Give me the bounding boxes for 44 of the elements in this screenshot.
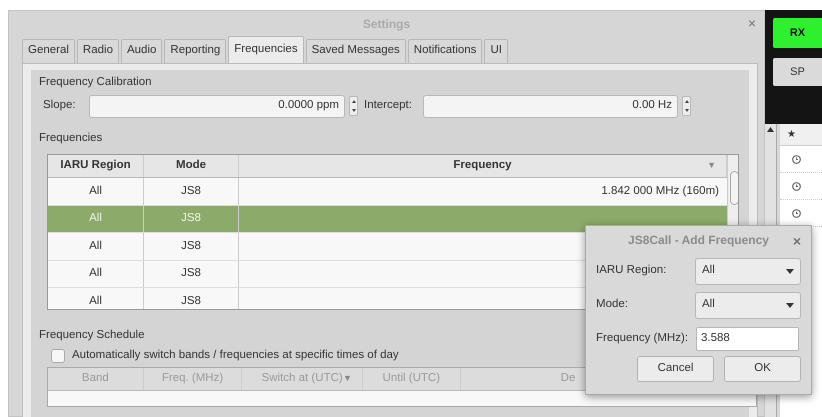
field-label: Slope: bbox=[43, 98, 77, 114]
slope-field[interactable]: 0.0000 ppm bbox=[89, 94, 345, 118]
dropdown-value: All bbox=[702, 297, 715, 312]
column-header[interactable]: Mode bbox=[176, 157, 206, 175]
field-label: Intercept: bbox=[364, 98, 413, 114]
table-cell-text: JS8 bbox=[181, 238, 201, 254]
tab[interactable]: Reporting bbox=[164, 39, 226, 63]
input-field[interactable]: 3.588 bbox=[696, 327, 799, 351]
table-cell-text: All bbox=[89, 266, 102, 282]
dropdown[interactable]: All bbox=[694, 292, 801, 318]
table-cell-text: JS8 bbox=[181, 184, 201, 199]
dropdown-value: All bbox=[702, 263, 715, 278]
column-header[interactable]: IARU Region bbox=[60, 157, 131, 175]
group-title: Frequencies bbox=[39, 131, 102, 146]
intercept-field[interactable]: 0.00 Hz bbox=[423, 94, 678, 118]
table-cell-text: JS8 bbox=[181, 294, 201, 309]
field-label: Mode: bbox=[596, 297, 629, 312]
tab[interactable]: Radio bbox=[76, 39, 119, 63]
group-title: Frequency Calibration bbox=[39, 75, 152, 90]
table-cell-text: All bbox=[89, 238, 102, 254]
table-cell-text: All bbox=[89, 211, 102, 226]
close-button[interactable]: × bbox=[792, 231, 801, 252]
dialog-button[interactable]: OK bbox=[724, 356, 801, 382]
tab[interactable]: Notifications bbox=[408, 39, 482, 63]
checkbox-label: Automatically switch bands / frequencies at specific times of day bbox=[72, 348, 399, 364]
dialog-button[interactable]: Cancel bbox=[637, 356, 714, 382]
tab[interactable]: Saved Messages bbox=[306, 39, 406, 63]
field-label: IARU Region: bbox=[596, 263, 668, 278]
tab[interactable]: Frequencies bbox=[228, 36, 304, 63]
table-cell-text: 1.842 000 MHz (160m) bbox=[601, 184, 719, 199]
dropdown[interactable]: All bbox=[694, 258, 801, 284]
table-cell-text: JS8 bbox=[181, 211, 201, 226]
column-header[interactable]: Frequency bbox=[453, 157, 512, 175]
column-header[interactable]: ★ bbox=[787, 127, 796, 142]
group-title: Frequency Schedule bbox=[39, 328, 144, 344]
spot-button[interactable]: SP bbox=[773, 58, 822, 86]
tab[interactable]: UI bbox=[484, 39, 508, 63]
rx-button[interactable]: RX bbox=[773, 18, 822, 48]
table-cell-text: All bbox=[89, 294, 102, 309]
tab[interactable]: General bbox=[22, 39, 75, 63]
table-cell-text: JS8 bbox=[181, 266, 201, 282]
field-label: Frequency (MHz): bbox=[596, 331, 690, 346]
tab[interactable]: Audio bbox=[120, 39, 162, 63]
table-cell-text: All bbox=[89, 184, 102, 199]
